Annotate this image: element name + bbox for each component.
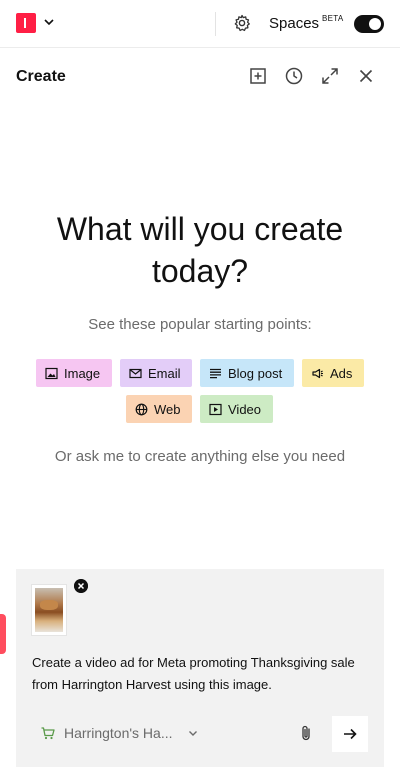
ask-anything-text: Or ask me to create anything else you ne…	[54, 448, 346, 465]
chip-web[interactable]: Web	[126, 395, 192, 423]
panel-title: Create	[16, 68, 66, 85]
image-icon	[45, 367, 58, 379]
text-lines-icon	[210, 368, 221, 378]
chip-label: Blog post	[228, 365, 283, 381]
side-feedback-tab[interactable]	[0, 614, 6, 654]
prompt-input[interactable]: Create a video ad for Meta promoting Tha…	[32, 652, 368, 696]
new-chat-icon[interactable]	[248, 66, 268, 86]
megaphone-icon	[312, 368, 323, 378]
chip-label: Web	[154, 401, 181, 417]
headline: What will you create today?	[56, 211, 344, 289]
chip-label: Ads	[330, 365, 353, 381]
spaces-toggle[interactable]	[354, 15, 384, 33]
arrow-right-icon	[344, 728, 357, 740]
beta-badge: BETA	[322, 14, 344, 23]
mail-icon	[129, 368, 142, 378]
chip-image[interactable]: Image	[36, 359, 112, 387]
history-icon[interactable]	[284, 66, 304, 86]
expand-icon[interactable]	[320, 66, 340, 86]
starting-points-subtitle: See these popular starting points:	[88, 316, 312, 333]
chip-ads[interactable]: Ads	[302, 359, 364, 387]
send-button[interactable]	[332, 716, 368, 752]
chip-blog-post[interactable]: Blog post	[200, 359, 294, 387]
chip-label: Email	[148, 365, 181, 381]
divider	[215, 12, 216, 36]
play-icon	[209, 403, 222, 415]
thanksgiving-food-image	[35, 588, 63, 632]
chip-label: Video	[228, 401, 262, 417]
spaces-label: Spaces	[269, 15, 320, 32]
gear-icon[interactable]	[232, 13, 252, 33]
brand-logo-icon[interactable]	[16, 13, 36, 33]
paperclip-icon[interactable]	[297, 724, 315, 742]
globe-icon	[135, 403, 148, 415]
remove-attachment-icon[interactable]	[74, 579, 88, 593]
top-bar: Spaces BETA	[0, 0, 400, 48]
chip-label: Image	[64, 365, 101, 381]
shopping-cart-icon	[41, 727, 55, 740]
close-icon[interactable]	[356, 66, 376, 86]
chevron-down-icon[interactable]	[187, 727, 199, 739]
compose-box: Create a video ad for Meta promoting Tha…	[16, 569, 384, 767]
chip-email[interactable]: Email	[120, 359, 192, 387]
chevron-down-icon[interactable]	[42, 15, 56, 29]
attached-image-thumbnail[interactable]	[32, 585, 66, 635]
brand-selector[interactable]: Harrington's Ha...	[64, 725, 173, 741]
chip-video[interactable]: Video	[200, 395, 273, 423]
